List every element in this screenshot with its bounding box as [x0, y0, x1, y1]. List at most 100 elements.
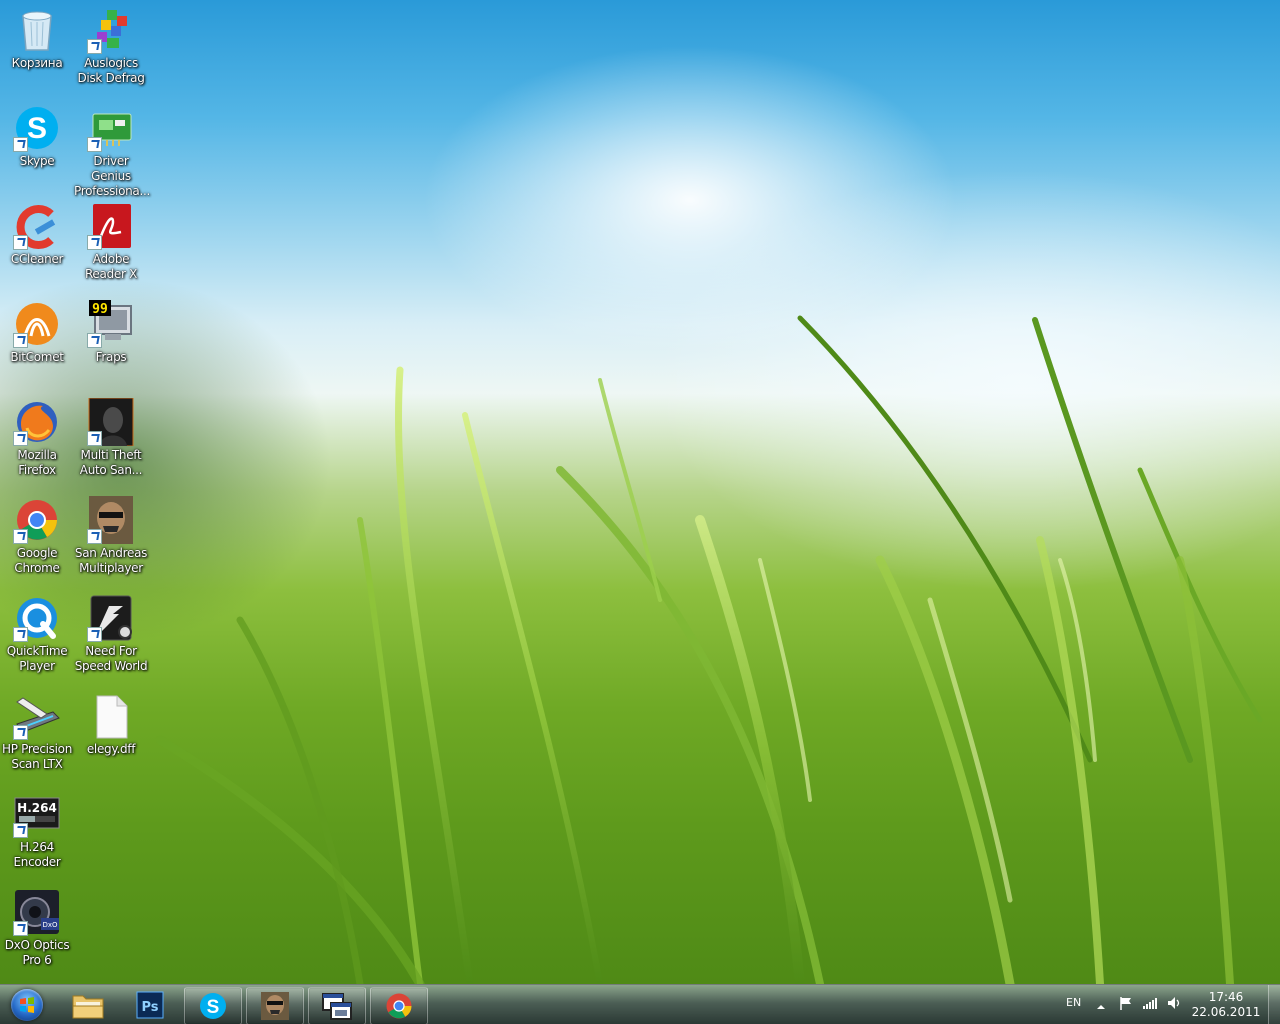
- desktop-icon-label: BitComet: [10, 350, 64, 364]
- desktop-icon-label: Mozilla Firefox: [17, 448, 57, 477]
- shortcut-arrow-icon: [87, 431, 102, 446]
- taskbar-button-chrome[interactable]: [370, 987, 428, 1024]
- desktop-icon-label: DxO Optics Pro 6: [4, 938, 70, 967]
- shortcut-arrow-icon: [87, 137, 102, 152]
- network-signal-icon[interactable]: [1142, 995, 1158, 1011]
- shortcut-arrow-icon: [13, 431, 28, 446]
- desktop-icon-h264[interactable]: H.264 H.264 Encoder: [0, 790, 74, 870]
- skype-icon: S: [13, 104, 61, 152]
- shortcut-arrow-icon: [13, 921, 28, 936]
- desktop-icon-auslogics[interactable]: Auslogics Disk Defrag: [74, 6, 148, 86]
- shortcut-arrow-icon: [87, 39, 102, 54]
- desktop-icon-fraps[interactable]: 99 Fraps: [74, 300, 148, 365]
- folder-icon: [72, 995, 104, 1019]
- clock[interactable]: 17:46 22.06.2011: [1186, 990, 1266, 1020]
- svg-text:S: S: [27, 112, 47, 145]
- samp-icon: [87, 496, 135, 544]
- desktop-icon-dxo[interactable]: DxO DxO Optics Pro 6: [0, 888, 74, 968]
- show-desktop-button[interactable]: [1268, 985, 1280, 1024]
- shortcut-arrow-icon: [13, 627, 28, 642]
- desktop-icon-label: Adobe Reader X: [84, 252, 138, 281]
- skype-icon: S: [200, 993, 226, 1019]
- desktop-icon-label: Multi Theft Auto San...: [79, 448, 143, 477]
- volume-icon[interactable]: [1166, 995, 1182, 1011]
- desktop-icon-label: Auslogics Disk Defrag: [77, 56, 145, 85]
- shortcut-arrow-icon: [87, 235, 102, 250]
- desktop-icon-nfs-world[interactable]: Need For Speed World: [74, 594, 148, 674]
- auslogics-icon: [87, 6, 135, 54]
- firefox-icon: [13, 398, 61, 446]
- chrome-icon: [386, 993, 412, 1019]
- shortcut-arrow-icon: [13, 529, 28, 544]
- clock-time: 17:46: [1208, 990, 1244, 1004]
- show-hidden-icon[interactable]: [1096, 997, 1106, 1009]
- desktop-icon-bitcomet[interactable]: BitComet: [0, 300, 74, 365]
- desktop-icon-driver-genius[interactable]: Driver Genius Professiona...: [74, 104, 151, 199]
- desktop-icon-samp[interactable]: San Andreas Multiplayer: [74, 496, 148, 576]
- shortcut-arrow-icon: [87, 529, 102, 544]
- desktop-icon-label: QuickTime Player: [6, 644, 68, 673]
- driver-genius-icon: [87, 104, 135, 152]
- h264-badge: H.264: [17, 801, 57, 815]
- taskbar-button-skype[interactable]: S: [184, 987, 242, 1024]
- nfs-world-icon: [87, 594, 135, 642]
- desktop-icon-label: Корзина: [11, 56, 63, 70]
- desktop-icon-mta[interactable]: Multi Theft Auto San...: [74, 397, 148, 478]
- chrome-icon: [13, 496, 61, 544]
- clock-date: 22.06.2011: [1191, 1005, 1261, 1019]
- start-button[interactable]: [5, 987, 49, 1023]
- desktop-icon-label: Google Chrome: [14, 546, 60, 575]
- desktop-icon-elegy[interactable]: elegy.dff: [74, 692, 148, 757]
- fraps-badge: 99: [92, 302, 108, 317]
- desktop-icon-ccleaner[interactable]: CCleaner: [0, 202, 74, 267]
- desktop-icon-label: San Andreas Multiplayer: [74, 546, 148, 575]
- bitcomet-icon: [13, 300, 61, 348]
- wallpaper-grass: [155, 315, 1263, 984]
- samp-icon: [261, 992, 289, 1020]
- skype-label: S: [207, 997, 220, 1018]
- desktop-icon-hp-scan[interactable]: HP Precision Scan LTX: [0, 692, 74, 772]
- desktop[interactable]: Корзина Auslogics Disk Defrag S Skype Dr…: [0, 0, 1280, 984]
- language-indicator[interactable]: EN: [1066, 996, 1081, 1009]
- fraps-icon: 99: [87, 300, 135, 348]
- desktop-icon-label: Driver Genius Professiona...: [74, 154, 151, 198]
- scanner-icon: [13, 692, 61, 740]
- action-center-flag-icon[interactable]: [1118, 995, 1134, 1011]
- mta-icon: [87, 397, 135, 447]
- dxo-badge: DxO: [42, 921, 58, 929]
- shortcut-arrow-icon: [87, 627, 102, 642]
- shortcut-arrow-icon: [13, 137, 28, 152]
- h264-icon: H.264: [13, 790, 61, 838]
- desktop-icon-recycle-bin[interactable]: Корзина: [0, 6, 74, 71]
- photoshop-label: Ps: [141, 1000, 158, 1015]
- quicktime-icon: [13, 594, 61, 642]
- taskbar-button-app[interactable]: [308, 987, 366, 1024]
- desktop-icon-quicktime[interactable]: QuickTime Player: [0, 594, 74, 674]
- desktop-icon-label: Skype: [19, 154, 55, 168]
- taskbar-button-samp[interactable]: [246, 987, 304, 1024]
- desktop-icon-label: Fraps: [95, 350, 127, 364]
- photoshop-icon: Ps: [136, 991, 164, 1019]
- shortcut-arrow-icon: [87, 333, 102, 348]
- desktop-icon-label: CCleaner: [10, 252, 64, 266]
- desktop-icon-label: HP Precision Scan LTX: [1, 742, 73, 771]
- desktop-icon-chrome[interactable]: Google Chrome: [0, 496, 74, 576]
- shortcut-arrow-icon: [13, 235, 28, 250]
- dxo-icon: DxO: [13, 888, 61, 936]
- desktop-icon-skype[interactable]: S Skype: [0, 104, 74, 169]
- adobe-reader-icon: [87, 202, 135, 250]
- shortcut-arrow-icon: [13, 333, 28, 348]
- taskbar: Ps S EN 17:46 22.06.2011: [0, 984, 1280, 1024]
- file-icon: [87, 692, 135, 740]
- desktop-icon-adobe-reader[interactable]: Adobe Reader X: [74, 202, 148, 282]
- desktop-icon-label: H.264 Encoder: [13, 840, 61, 869]
- desktop-icon-label: Need For Speed World: [74, 644, 148, 673]
- taskbar-button-photoshop[interactable]: Ps: [122, 987, 178, 1023]
- desktop-icon-firefox[interactable]: Mozilla Firefox: [0, 398, 74, 478]
- recycle-bin-icon: [13, 6, 61, 54]
- shortcut-arrow-icon: [13, 725, 28, 740]
- desktop-icon-label: elegy.dff: [86, 742, 136, 756]
- windows-orb-icon: [11, 989, 43, 1021]
- taskbar-button-explorer[interactable]: [60, 987, 116, 1023]
- ccleaner-icon: [13, 202, 61, 250]
